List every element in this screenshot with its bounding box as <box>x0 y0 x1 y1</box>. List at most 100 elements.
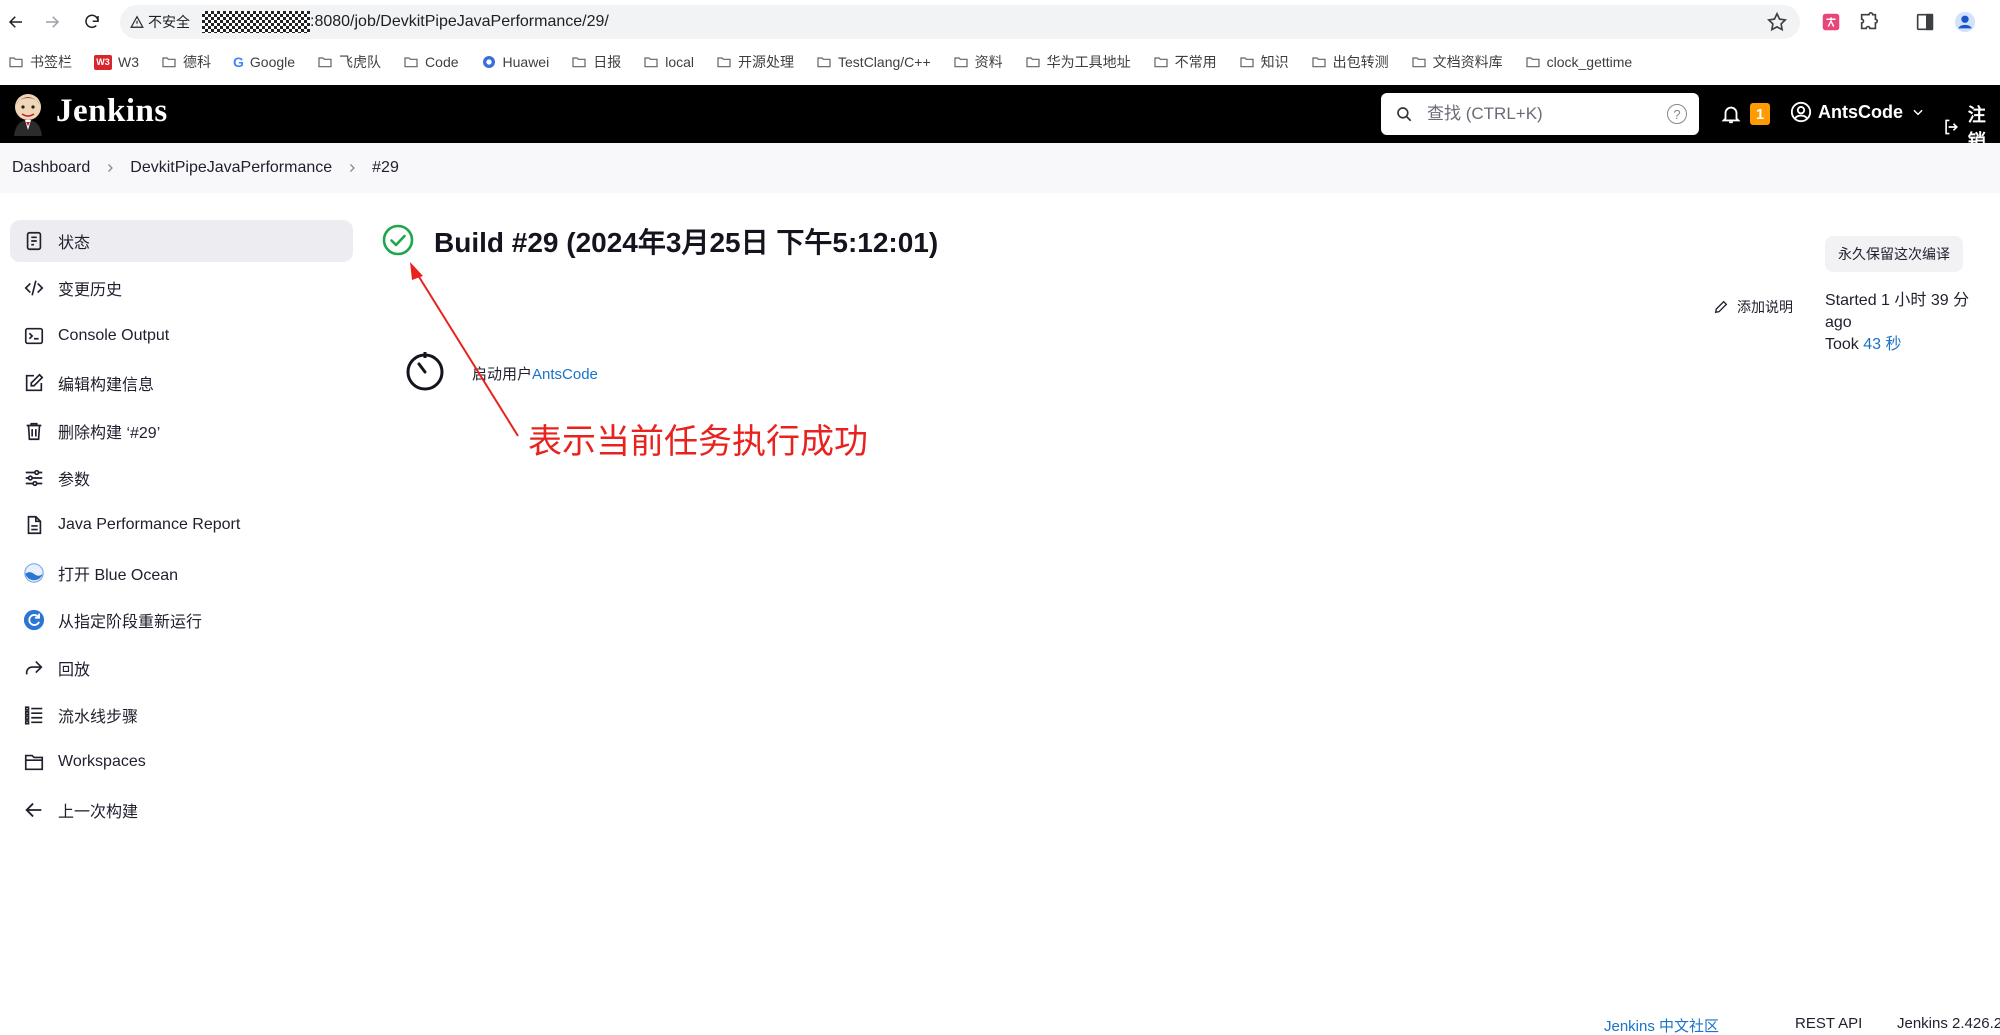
folder-icon <box>954 57 968 68</box>
took-line: Took 43 秒 <box>1825 334 2000 356</box>
sidebar-item-label: 删除构建 ‘#29’ <box>58 424 161 442</box>
blue-ocean-icon <box>23 562 45 584</box>
sliders-icon <box>23 467 45 489</box>
user-menu[interactable]: AntsCode <box>1790 101 1931 123</box>
community-link[interactable]: Jenkins 中文社区 <box>1604 1015 1719 1035</box>
bookmark-google[interactable]: G Google <box>233 54 295 70</box>
back-arrow-icon[interactable] <box>4 10 28 34</box>
sidebar-item-label: 编辑构建信息 <box>58 377 155 395</box>
version-label[interactable]: Jenkins 2.426.2 <box>1897 1015 2000 1032</box>
side-panel-icon[interactable] <box>1914 11 1936 33</box>
bookmark-label: Google <box>249 54 296 70</box>
bookmark-packaging[interactable]: 出包转测 <box>1311 52 1389 72</box>
folder-icon <box>1154 57 1168 68</box>
bookmark-huawei[interactable]: Huawei <box>481 54 550 70</box>
bookmark-daily[interactable]: 日报 <box>571 52 621 72</box>
bookmark-star-icon[interactable] <box>1766 11 1788 33</box>
w3-logo-icon: W3 <box>94 54 112 70</box>
search-box[interactable]: ? <box>1381 93 1699 135</box>
sidebar-item-parameters[interactable]: 参数 <box>10 457 353 499</box>
breadcrumb-dashboard[interactable]: Dashboard <box>12 159 90 177</box>
sidebar-item-changes[interactable]: 变更历史 <box>10 267 353 309</box>
bookmark-label: clock_gettime <box>1546 54 1633 70</box>
sidebar-item-label: 上一次构建 <box>58 803 139 821</box>
bookmark-clock-gettime[interactable]: clock_gettime <box>1525 54 1633 70</box>
bookmark-docs[interactable]: 文档资料库 <box>1411 52 1503 72</box>
rest-api-link[interactable]: REST API <box>1795 1015 1862 1032</box>
bookmark-uncommon[interactable]: 不常用 <box>1153 52 1217 72</box>
search-icon <box>1397 107 1412 122</box>
replay-icon <box>23 657 45 679</box>
terminal-icon <box>23 325 45 347</box>
chevron-down-icon <box>1913 109 1923 116</box>
bookmark-code[interactable]: Code <box>403 54 459 70</box>
folder-icon <box>1526 57 1540 68</box>
bookmark-materials[interactable]: 资料 <box>953 52 1003 72</box>
search-input[interactable] <box>1427 104 1647 124</box>
security-label: 不安全 <box>148 14 190 30</box>
keep-forever-button[interactable]: 永久保留这次编译 <box>1825 236 1963 272</box>
started-by: 启动用户AntsCode <box>472 363 598 384</box>
bookmark-label: local <box>665 54 695 70</box>
folder-icon <box>162 57 176 68</box>
bookmark-deke[interactable]: 德科 <box>161 52 211 72</box>
sidebar-item-status[interactable]: 状态 <box>10 220 353 262</box>
sidebar-item-replay[interactable]: 回放 <box>10 647 353 689</box>
sidebar-item-label: 状态 <box>58 235 91 252</box>
success-check-icon <box>382 224 414 256</box>
jenkins-butler-logo-icon[interactable] <box>10 90 46 136</box>
bookmark-w3[interactable]: W3 W3 <box>94 54 139 70</box>
breadcrumb-build[interactable]: #29 <box>372 159 399 177</box>
bookmark-opensource[interactable]: 开源处理 <box>716 52 794 72</box>
bookmark-label: Code <box>425 54 459 70</box>
breadcrumb-job[interactable]: DevkitPipeJavaPerformance <box>130 159 332 177</box>
bookmark-huawei-tools[interactable]: 华为工具地址 <box>1025 52 1131 72</box>
build-timing: Started 1 小时 39 分 ago Took 43 秒 <box>1825 290 2000 356</box>
footer: Jenkins 中文社区 REST API Jenkins 2.426.2 <box>0 1012 2000 1035</box>
url-text: :8080/job/DevkitPipeJavaPerformance/29/ <box>310 13 609 30</box>
list-icon <box>23 704 45 726</box>
sidebar-item-label: 打开 Blue Ocean <box>58 566 179 584</box>
bookmark-bookmarks-bar[interactable]: 书签栏 <box>8 52 72 72</box>
sidebar-item-label: 从指定阶段重新运行 <box>58 614 203 632</box>
add-description-button[interactable]: 添加说明 <box>1713 297 1793 317</box>
not-secure-indicator[interactable]: 不安全 <box>130 12 190 32</box>
sidebar-item-workspaces[interactable]: Workspaces <box>10 741 353 783</box>
edit-icon <box>23 372 45 394</box>
sidebar-item-blue-ocean[interactable]: 打开 Blue Ocean <box>10 552 353 594</box>
bookmark-label: Huawei <box>502 54 550 70</box>
restart-icon <box>23 609 45 631</box>
bookmark-feihudui[interactable]: 飞虎队 <box>317 52 381 72</box>
sidebar-item-pipeline-steps[interactable]: 流水线步骤 <box>10 694 353 736</box>
profile-avatar-icon[interactable] <box>1954 11 1976 33</box>
address-bar[interactable]: 不安全 :8080/job/DevkitPipeJavaPerformance/… <box>120 5 1800 39</box>
app-title[interactable]: Jenkins <box>56 93 168 130</box>
took-duration-link[interactable]: 43 秒 <box>1863 336 1901 353</box>
chevron-right-icon <box>350 164 356 172</box>
bookmark-label: 飞虎队 <box>339 54 382 70</box>
bell-icon[interactable] <box>1720 103 1742 125</box>
sidebar-item-restart-from-stage[interactable]: 从指定阶段重新运行 <box>10 599 353 641</box>
bookmark-testclang[interactable]: TestClang/C++ <box>816 54 931 70</box>
document-icon <box>23 514 45 536</box>
folder-icon <box>9 57 23 68</box>
bookmark-local[interactable]: local <box>643 54 694 70</box>
huawei-logo-icon <box>482 56 495 68</box>
forward-arrow-icon[interactable] <box>40 10 64 34</box>
translate-extension-icon[interactable] <box>1820 11 1842 33</box>
bookmark-label: 日报 <box>593 54 622 70</box>
sidebar-item-edit-build-info[interactable]: 编辑构建信息 <box>10 362 353 404</box>
google-logo-icon: G <box>233 54 244 70</box>
bookmark-knowledge[interactable]: 知识 <box>1239 52 1289 72</box>
extensions-puzzle-icon[interactable] <box>1858 11 1880 33</box>
sidebar-item-console-output[interactable]: Console Output <box>10 315 353 357</box>
sidebar-item-previous-build[interactable]: 上一次构建 <box>10 789 353 831</box>
sidebar-item-java-performance-report[interactable]: Java Performance Report <box>10 504 353 546</box>
notification-count-badge[interactable]: 1 <box>1750 103 1770 125</box>
sidebar-item-delete-build[interactable]: 删除构建 ‘#29’ <box>10 410 353 452</box>
started-by-user-link[interactable]: AntsCode <box>532 366 598 383</box>
reload-icon[interactable] <box>80 10 104 34</box>
search-help-icon[interactable]: ? <box>1667 104 1687 124</box>
bookmark-label: 不常用 <box>1174 54 1217 70</box>
bookmark-label: 开源处理 <box>738 54 795 70</box>
